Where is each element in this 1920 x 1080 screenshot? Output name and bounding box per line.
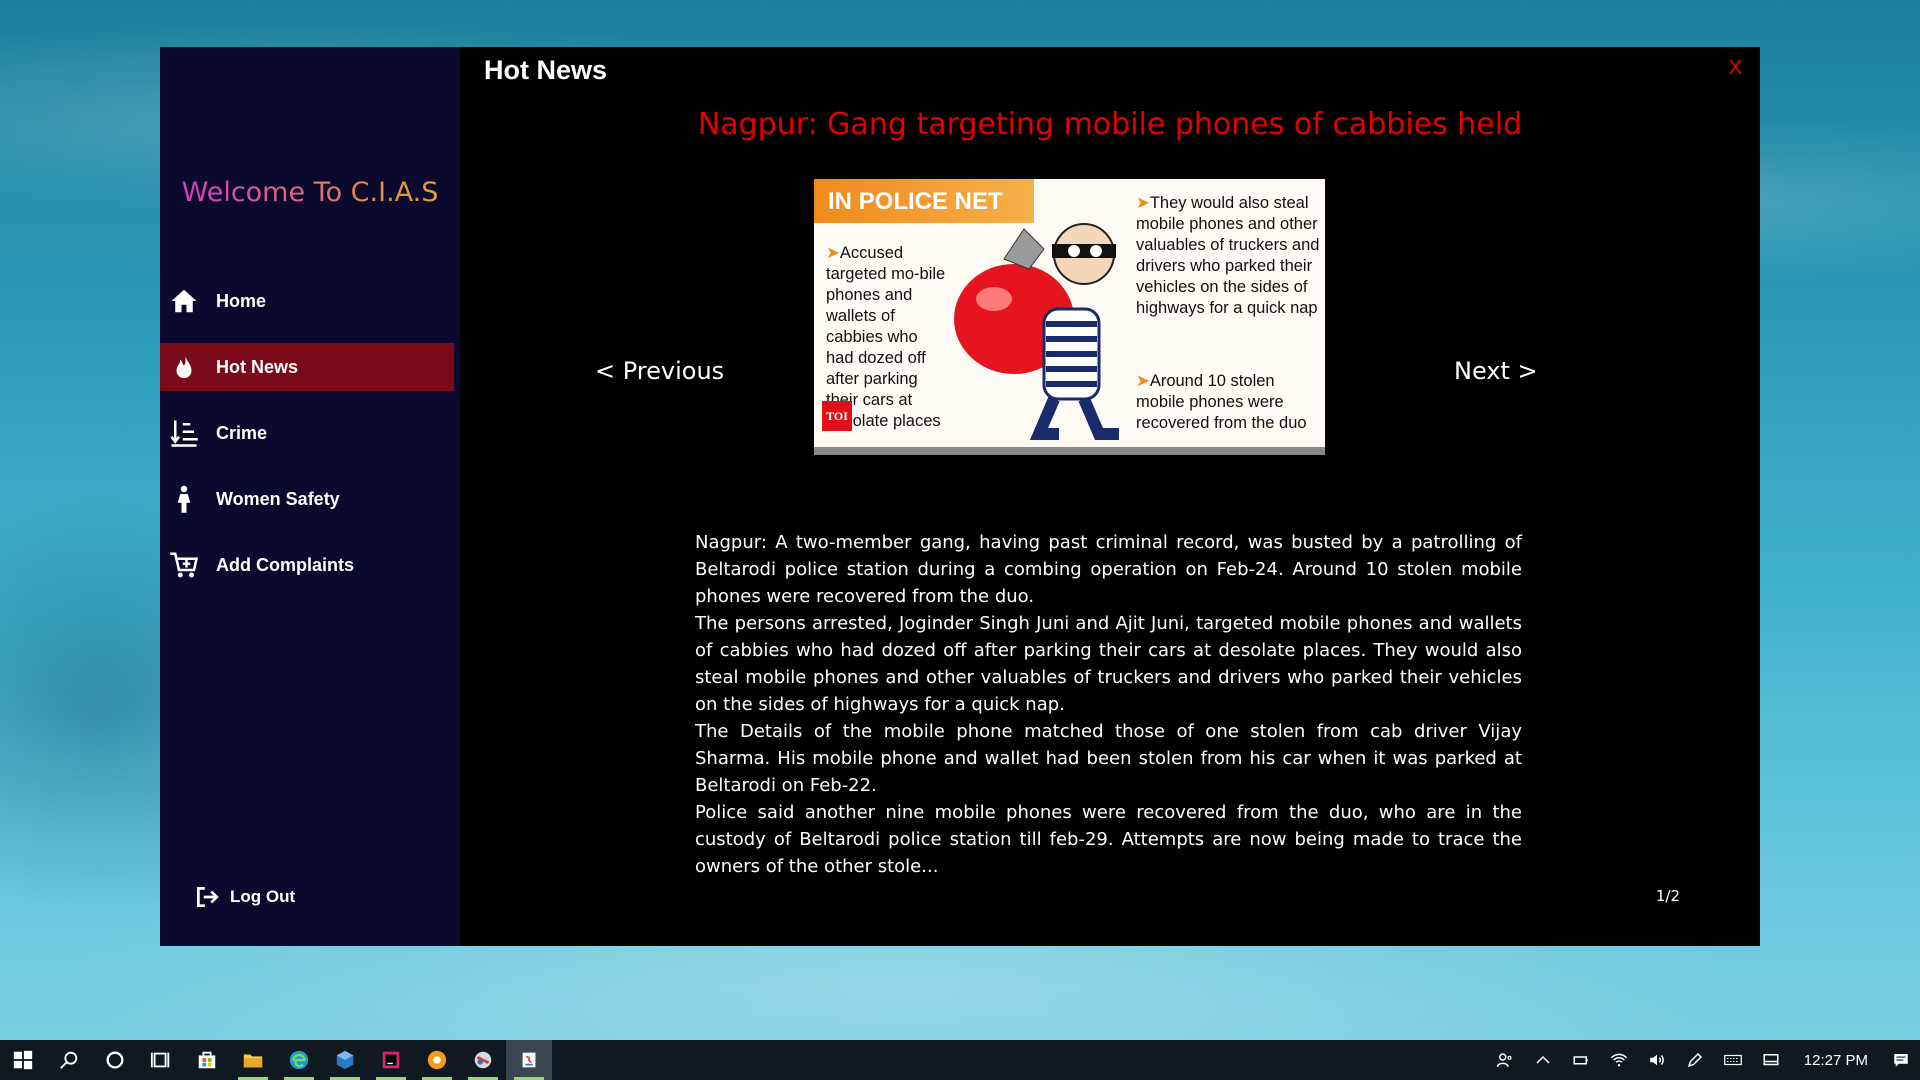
intellij-app[interactable] [368, 1040, 414, 1080]
article-paragraph: The persons arrested, Joginder Singh Jun… [695, 613, 1522, 715]
taskbar-clock[interactable]: 12:27 PM [1790, 1052, 1882, 1069]
article-paragraph: Nagpur: A two-member gang, having past c… [695, 532, 1522, 607]
battery-icon[interactable] [1562, 1040, 1600, 1080]
browser-icon [427, 1050, 447, 1070]
welcome-title: Welcome To C.I.A.S [181, 177, 439, 208]
display-icon[interactable] [1752, 1040, 1790, 1080]
app-window: Welcome To C.I.A.S Home Hot News Crime W… [160, 47, 1760, 946]
sidebar-item-label: Hot News [216, 356, 299, 377]
volume-icon[interactable] [1638, 1040, 1676, 1080]
sidebar-item-label: Crime [216, 422, 268, 443]
folder-icon [243, 1054, 263, 1068]
pen-icon[interactable] [1676, 1040, 1714, 1080]
logout-icon [194, 884, 220, 910]
store-icon [198, 1051, 216, 1069]
article-paragraph: The Details of the mobile phone matched … [695, 721, 1522, 796]
edge-app[interactable] [276, 1040, 322, 1080]
sidebar-item-crime[interactable]: Crime [160, 409, 454, 457]
cortana-button[interactable] [92, 1040, 138, 1080]
java-icon [522, 1052, 536, 1068]
start-button[interactable] [0, 1040, 46, 1080]
sidebar-item-home[interactable]: Home [160, 277, 454, 325]
people-icon[interactable] [1486, 1040, 1524, 1080]
cortana-icon [106, 1051, 124, 1069]
cart-add-icon [166, 547, 202, 583]
search-button[interactable] [46, 1040, 92, 1080]
close-button[interactable]: X [1729, 57, 1742, 80]
sidebar-item-women-safety[interactable]: Women Safety [160, 475, 454, 523]
intellij-icon [382, 1051, 400, 1069]
store-app[interactable] [184, 1040, 230, 1080]
sort-descending-icon [166, 415, 202, 451]
news-image: IN POLICE NET ➤Accused targeted mo-bile … [814, 179, 1325, 455]
eclipse-icon [474, 1051, 492, 1069]
chevron-up-icon[interactable] [1524, 1040, 1562, 1080]
browser-app[interactable] [414, 1040, 460, 1080]
page-indicator: 1/2 [1655, 887, 1680, 905]
taskbar: 12:27 PM [0, 1040, 1920, 1080]
logout-label: Log Out [230, 887, 296, 906]
page-title: Hot News [484, 55, 608, 85]
sidebar-item-hot-news[interactable]: Hot News [160, 343, 454, 391]
toi-badge: TOI [822, 401, 852, 431]
notification-icon[interactable] [1882, 1040, 1920, 1080]
task-view-button[interactable] [138, 1040, 184, 1080]
cube-icon [336, 1050, 354, 1070]
task-view-icon [150, 1052, 170, 1068]
image-right-caption: ➤They would also steal mobile phones and… [1136, 194, 1320, 317]
previous-button[interactable]: < Previous [595, 357, 724, 385]
home-icon [166, 283, 202, 319]
sidebar-item-label: Add Complaints [216, 554, 354, 575]
virtualbox-app[interactable] [322, 1040, 368, 1080]
edge-icon [289, 1050, 309, 1070]
eclipse-app[interactable] [460, 1040, 506, 1080]
woman-icon [166, 481, 202, 517]
file-explorer-app[interactable] [230, 1040, 276, 1080]
windows-icon [13, 1050, 33, 1070]
sidebar: Welcome To C.I.A.S Home Hot News Crime W… [160, 47, 460, 946]
article-body: Nagpur: A two-member gang, having past c… [695, 529, 1522, 880]
search-icon [60, 1051, 78, 1069]
logout-button[interactable]: Log Out [194, 884, 295, 910]
sidebar-item-add-complaints[interactable]: Add Complaints [160, 541, 454, 589]
java-app[interactable] [506, 1040, 552, 1080]
nav-list: Home Hot News Crime Women Safety Add Com… [160, 277, 460, 607]
sidebar-item-label: Home [216, 290, 267, 311]
next-button[interactable]: Next > [1454, 357, 1538, 385]
news-headline: Nagpur: Gang targeting mobile phones of … [697, 107, 1523, 142]
sidebar-item-label: Women Safety [216, 488, 340, 509]
keyboard-icon[interactable] [1714, 1040, 1752, 1080]
main-content: Hot News X Nagpur: Gang targeting mobile… [460, 47, 1760, 946]
thief-illustration [954, 223, 1119, 440]
flame-icon [166, 349, 202, 385]
image-right-caption-2: ➤Around 10 stolen mobile phones were rec… [1136, 372, 1307, 432]
article-paragraph: Police said another nine mobile phones w… [695, 802, 1522, 877]
wifi-icon[interactable] [1600, 1040, 1638, 1080]
